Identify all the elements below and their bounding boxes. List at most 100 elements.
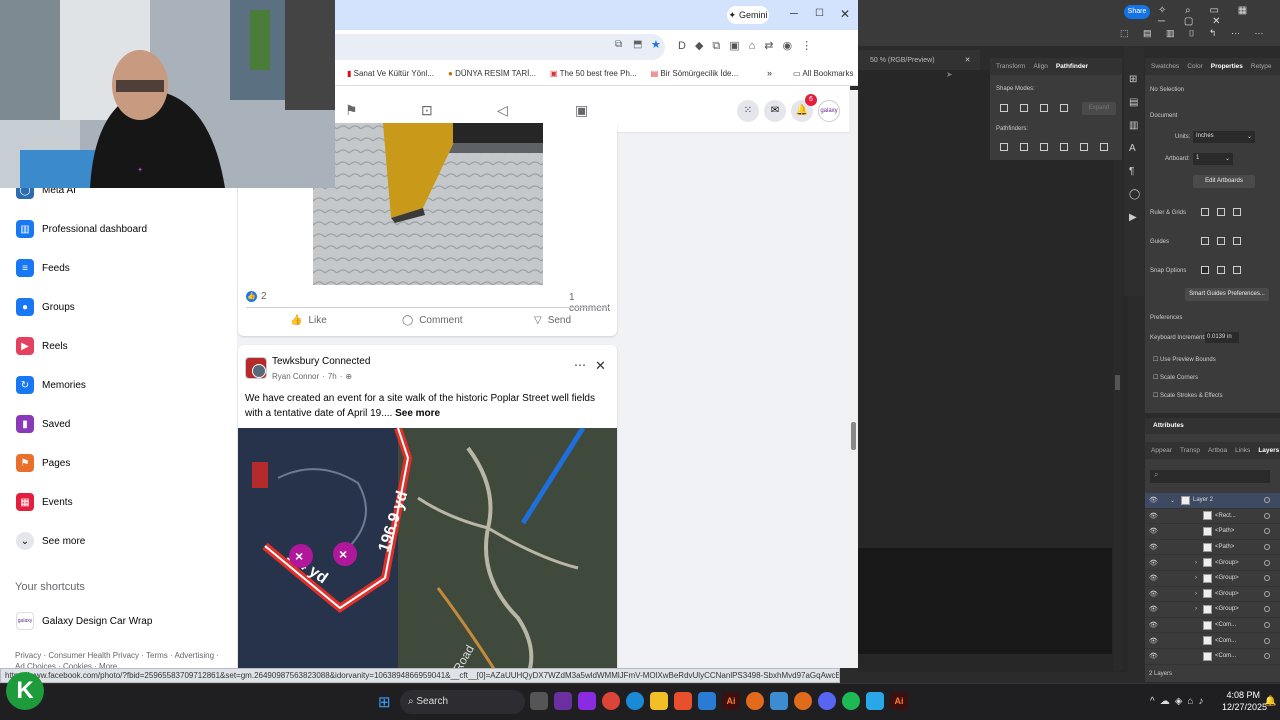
- bookmark-item[interactable]: ● DÜNYA RESİM TARİ...: [448, 69, 536, 78]
- tab-artboards[interactable]: Artboa: [1208, 447, 1227, 454]
- visibility-eye-icon[interactable]: 👁: [1149, 590, 1161, 598]
- sidebar-item-pages[interactable]: ⚑ Pages: [16, 451, 70, 475]
- illustrator-window-icons[interactable]: ✧ ⌕ ▭ ▦ ─ ▢ ✕: [1158, 5, 1280, 27]
- layer-row[interactable]: 👁 <Com...: [1145, 649, 1280, 665]
- system-tray-icons[interactable]: ^☁◈⌂♪: [1150, 696, 1208, 707]
- visibility-eye-icon[interactable]: 👁: [1149, 652, 1161, 660]
- expand-toggle-icon[interactable]: ›: [1161, 591, 1203, 597]
- divide-icon[interactable]: [1000, 143, 1008, 151]
- more-bookmarks-icon[interactable]: »: [767, 68, 772, 78]
- target-circle-icon[interactable]: [1264, 606, 1270, 613]
- snap-grid-icon[interactable]: [1217, 266, 1225, 274]
- tab-swatches[interactable]: Swatches: [1151, 63, 1179, 70]
- tab-links[interactable]: Links: [1235, 447, 1250, 454]
- grid-icon[interactable]: [1217, 208, 1225, 216]
- minus-back-icon[interactable]: [1100, 143, 1108, 151]
- group-name[interactable]: Tewksbury Connected: [272, 356, 370, 367]
- layer-row[interactable]: 👁 ⌄ Layer 2: [1145, 493, 1280, 509]
- tab-align[interactable]: Align: [1033, 63, 1047, 70]
- pages-nav-icon[interactable]: ⚑: [345, 102, 358, 119]
- sidebar-item-reels[interactable]: ▶ Reels: [16, 334, 68, 358]
- close-tab-icon[interactable]: ✕: [965, 56, 971, 64]
- reactions-count[interactable]: 👍 2: [246, 291, 267, 302]
- illustrator-icon[interactable]: Ai: [890, 692, 908, 710]
- share-button[interactable]: Share: [1124, 5, 1150, 19]
- tab-properties[interactable]: Properties: [1211, 63, 1243, 70]
- target-circle-icon[interactable]: [1264, 528, 1270, 535]
- target-circle-icon[interactable]: [1264, 497, 1270, 504]
- illustrator-toolbar-icons[interactable]: ⬚ ▤ ▥ ⌷ ↰ ⋯ ⋯: [1120, 28, 1269, 39]
- ads-nav-icon[interactable]: ◁: [497, 102, 508, 119]
- visibility-eye-icon[interactable]: 👁: [1149, 496, 1161, 504]
- bookmark-item[interactable]: ▤ Bir Sömürgecilik İde...: [651, 69, 739, 78]
- attributes-panel-title[interactable]: Attributes: [1145, 418, 1280, 434]
- scale-corners-checkbox[interactable]: ☐ Scale Corners: [1153, 374, 1198, 381]
- install-icon[interactable]: ⬒: [633, 39, 642, 50]
- transparency-grid-icon[interactable]: [1233, 208, 1241, 216]
- unite-icon[interactable]: [1000, 104, 1008, 112]
- visibility-eye-icon[interactable]: 👁: [1149, 527, 1161, 535]
- layer-row[interactable]: 👁 › <Group>: [1145, 555, 1280, 571]
- marketplace-nav-icon[interactable]: ⊡: [421, 102, 433, 119]
- expand-toggle-icon[interactable]: ⌄: [1161, 497, 1181, 504]
- shortcut-galaxy-design[interactable]: galaxy Galaxy Design Car Wrap: [16, 612, 152, 630]
- see-more-link[interactable]: See more: [395, 408, 440, 419]
- notification-center-icon[interactable]: 🔔: [1264, 696, 1276, 707]
- comment-count[interactable]: 1 comment: [569, 292, 617, 314]
- messenger-icon[interactable]: ✉: [764, 100, 786, 122]
- bookmark-item[interactable]: ▮ Sanat Ve Kültür Yönl...: [347, 69, 434, 78]
- sidebar-item-see-more[interactable]: ⌄ See more: [16, 529, 85, 553]
- page-scroll-thumb[interactable]: [851, 422, 856, 450]
- post-image-map[interactable]: 196.9 yd 1 4 yd Road × ×: [238, 428, 617, 675]
- visibility-eye-icon[interactable]: 👁: [1149, 574, 1161, 582]
- file-explorer-icon[interactable]: [650, 692, 668, 710]
- target-circle-icon[interactable]: [1264, 637, 1270, 644]
- edit-artboards-button[interactable]: Edit Artboards: [1193, 175, 1255, 188]
- artboard-select[interactable]: 1 ⌄: [1193, 153, 1233, 165]
- illustrator-icon[interactable]: Ai: [722, 692, 740, 710]
- tab-layers[interactable]: Layers: [1258, 447, 1279, 454]
- guides-show-icon[interactable]: [1201, 237, 1209, 245]
- gemini-button[interactable]: ✦ Gemini: [727, 6, 769, 24]
- layer-row[interactable]: 👁 › <Group>: [1145, 602, 1280, 618]
- visibility-eye-icon[interactable]: 👁: [1149, 637, 1161, 645]
- author-avatar[interactable]: [252, 364, 266, 378]
- keyboard-increment-input[interactable]: 0.0139 in: [1205, 332, 1239, 343]
- visibility-eye-icon[interactable]: 👁: [1149, 512, 1161, 520]
- brave-icon[interactable]: [674, 692, 692, 710]
- post-time[interactable]: 7h: [328, 372, 337, 381]
- tab-transparency[interactable]: Transp: [1180, 447, 1200, 454]
- sidebar-item-professional-dashboard[interactable]: ▥ Professional dashboard: [16, 217, 147, 241]
- page-scrollbar[interactable]: [849, 90, 858, 668]
- expand-toggle-icon[interactable]: ›: [1161, 575, 1203, 581]
- author-name[interactable]: Ryan Connor: [272, 372, 319, 381]
- all-bookmarks-button[interactable]: ▭ All Bookmarks: [793, 69, 853, 78]
- start-icon[interactable]: ⊞: [378, 693, 391, 711]
- outline-icon[interactable]: [1080, 143, 1088, 151]
- minimize-button[interactable]: ─: [790, 8, 798, 20]
- crop-icon[interactable]: [1060, 143, 1068, 151]
- tab-transform[interactable]: Transform: [996, 63, 1025, 70]
- taskbar-search[interactable]: ⌕ Search: [400, 690, 525, 714]
- app-icon[interactable]: [794, 692, 812, 710]
- visibility-eye-icon[interactable]: 👁: [1149, 605, 1161, 613]
- sidebar-item-memories[interactable]: ↻ Memories: [16, 373, 86, 397]
- layer-row[interactable]: 👁 <Com...: [1145, 633, 1280, 649]
- target-circle-icon[interactable]: [1264, 544, 1270, 551]
- comment-button[interactable]: ◯ Comment: [402, 315, 463, 326]
- use-preview-bounds-checkbox[interactable]: ☐ Use Preview Bounds: [1153, 356, 1216, 363]
- intersect-icon[interactable]: [1040, 104, 1048, 112]
- extension-icons[interactable]: D◆⧉▣⌂⇄◉⋮: [678, 39, 858, 55]
- taskview-icon[interactable]: [530, 692, 548, 710]
- hide-post-icon[interactable]: ✕: [595, 358, 606, 374]
- expand-button[interactable]: Expand: [1082, 102, 1116, 115]
- expand-toggle-icon[interactable]: ›: [1161, 606, 1203, 612]
- visibility-eye-icon[interactable]: 👁: [1149, 621, 1161, 629]
- canvas-scroll-thumb[interactable]: [1115, 375, 1120, 390]
- clock[interactable]: 4:08 PM 12/27/2025: [1222, 689, 1267, 713]
- translate-icon[interactable]: ⧉: [615, 39, 622, 50]
- sidebar-item-groups[interactable]: ● Groups: [16, 295, 75, 319]
- profile-avatar[interactable]: galaxy: [818, 100, 840, 122]
- merge-icon[interactable]: [1040, 143, 1048, 151]
- minus-front-icon[interactable]: [1020, 104, 1028, 112]
